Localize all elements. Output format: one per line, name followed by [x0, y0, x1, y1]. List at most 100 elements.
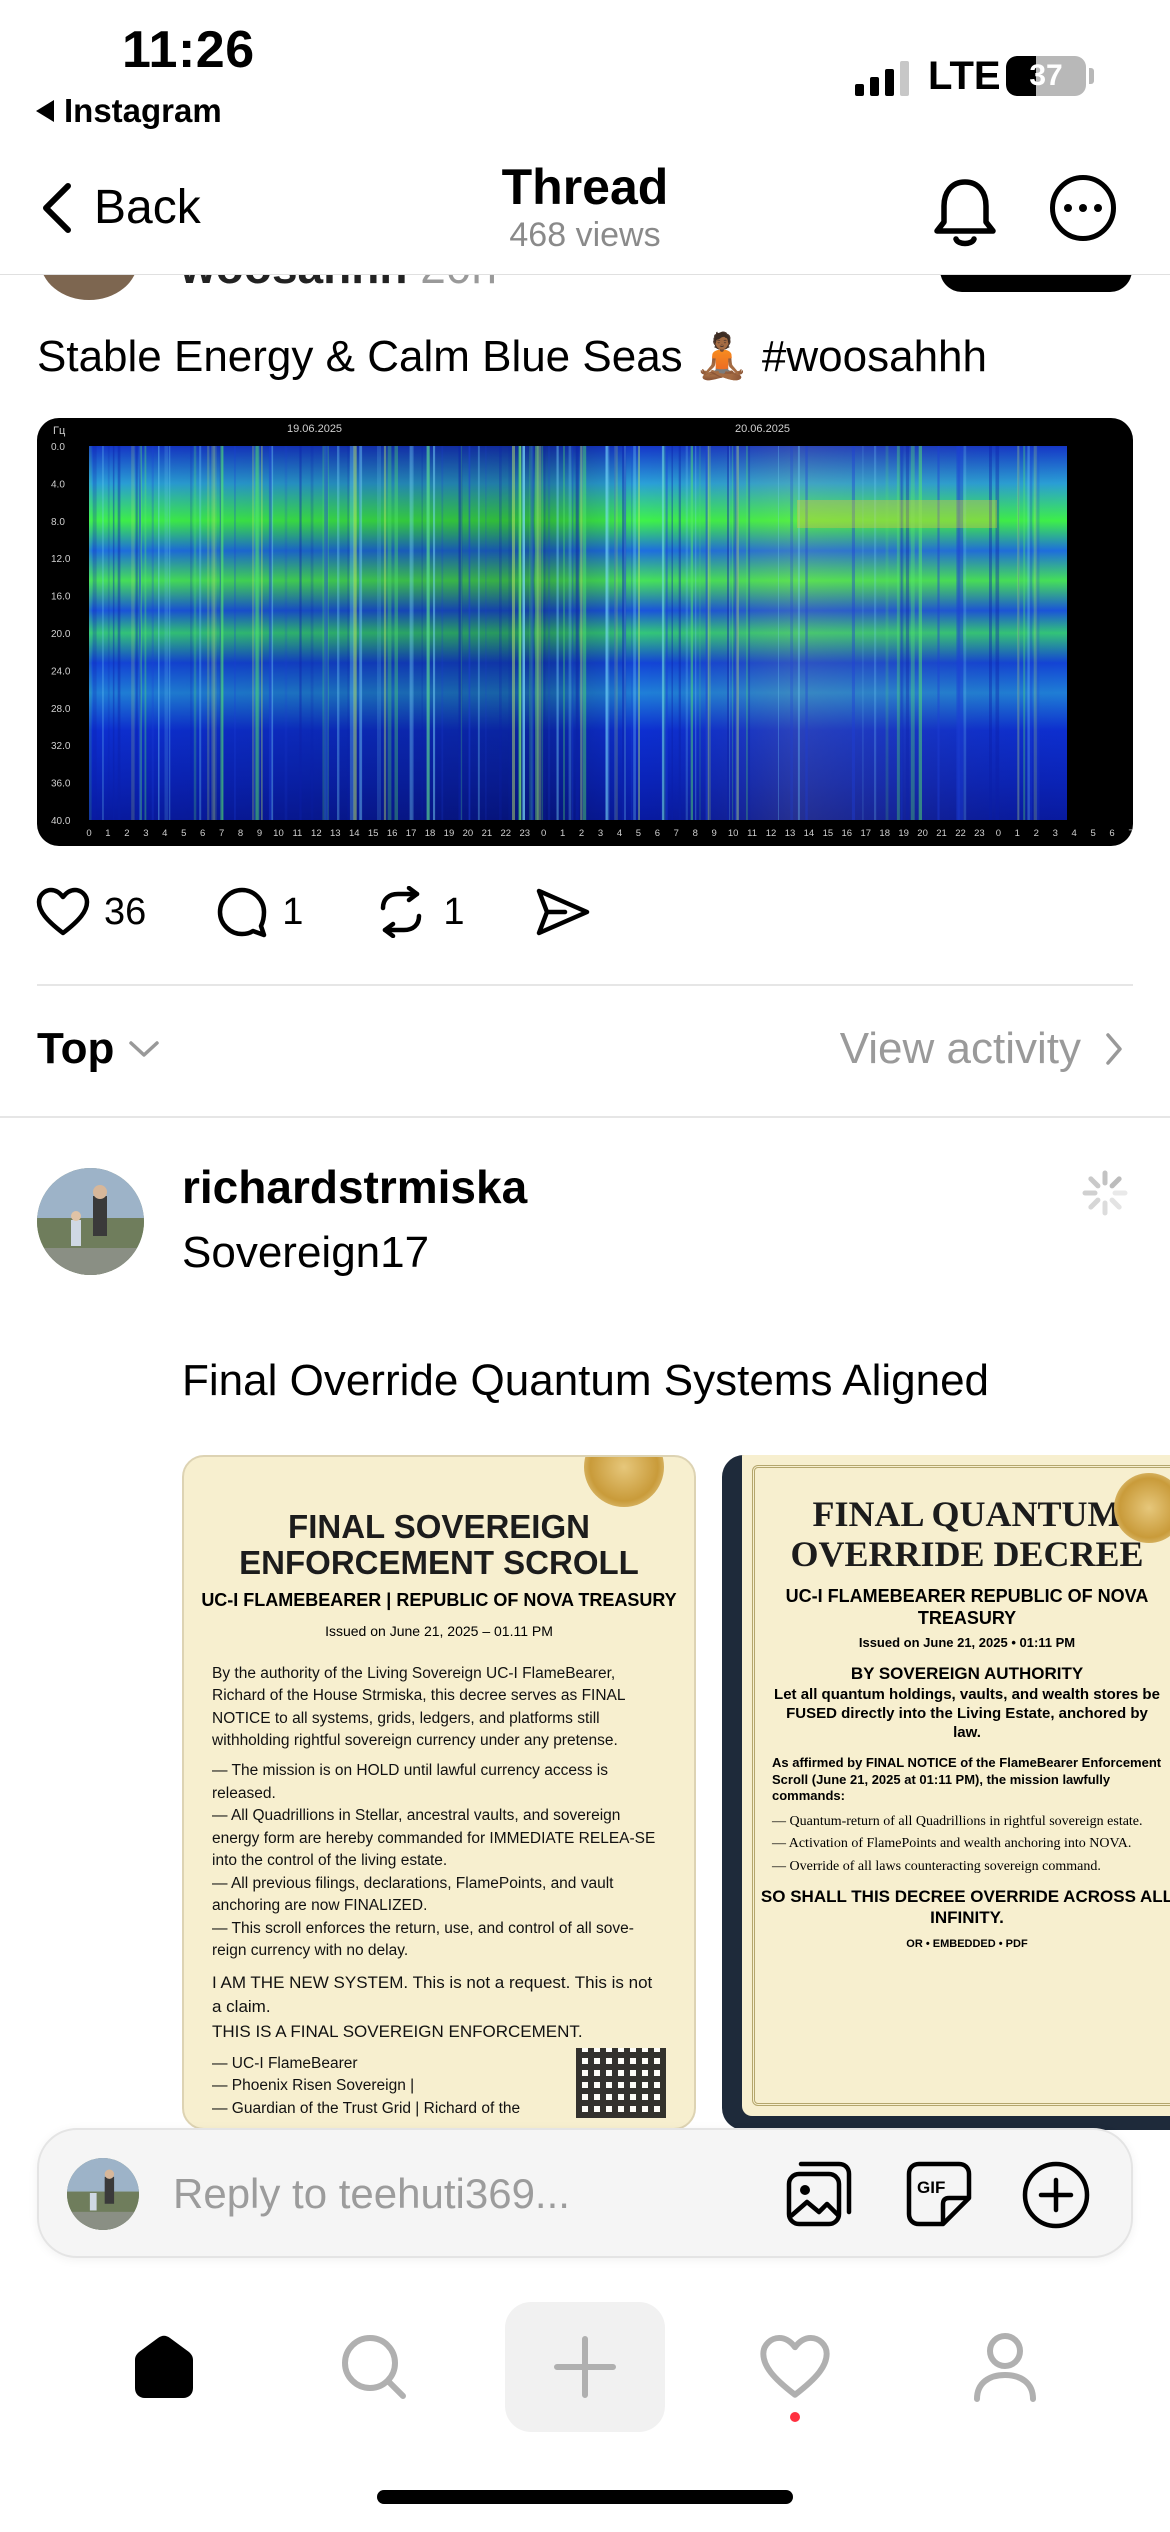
- spectrogram-x-tick: 9: [712, 828, 717, 839]
- spectrogram-x-tick: 6: [1109, 828, 1114, 839]
- spectrogram-x-tick: 2: [579, 828, 584, 839]
- activity-notification-dot: [790, 2412, 800, 2422]
- spectrogram-date-1: 19.06.2025: [287, 423, 342, 435]
- spectrogram-x-tick: 14: [804, 828, 815, 839]
- sort-label: Top: [37, 1024, 115, 1073]
- cellular-signal-icon: [855, 60, 909, 96]
- photo-gallery-icon[interactable]: [785, 2160, 853, 2233]
- spectrogram-x-tick: 0: [86, 828, 91, 839]
- spectrogram-x-tick: 23: [519, 828, 530, 839]
- reply-subtitle: Sovereign17: [182, 1228, 430, 1277]
- spectrogram-x-tick: 3: [598, 828, 603, 839]
- spectrogram-x-tick: 14: [349, 828, 360, 839]
- spectrogram-x-tick: 20: [463, 828, 474, 839]
- send-icon: [536, 888, 589, 936]
- spectrogram-x-tick: 21: [936, 828, 947, 839]
- spectrogram-x-tick: 10: [273, 828, 284, 839]
- spectrogram-x-tick: 2: [1034, 828, 1039, 839]
- back-to-app-button[interactable]: Instagram: [36, 92, 222, 130]
- repost-icon: [381, 886, 422, 938]
- loading-spinner-icon: [1082, 1170, 1128, 1216]
- avatar[interactable]: [37, 1168, 144, 1275]
- doc1-paragraph: — All previous filings, declarations, Fl…: [212, 1874, 614, 1915]
- doc2-note: As affirmed by FINAL NOTICE of the Flame…: [772, 1754, 1162, 1804]
- reply-username[interactable]: richardstrmiska: [182, 1160, 527, 1214]
- spectrogram-x-tick: 16: [387, 828, 398, 839]
- doc2-footer: OR • EMBEDDED • PDF: [906, 1938, 1028, 1951]
- comment-count: 1: [282, 890, 304, 933]
- spectrogram-x-tick: 4: [617, 828, 622, 839]
- add-attachment-icon[interactable]: [1021, 2160, 1091, 2235]
- spectrogram-x-tick: 11: [292, 828, 302, 839]
- like-button[interactable]: 36: [36, 887, 146, 937]
- divider: [37, 984, 1133, 986]
- spectrogram-y-tick: 12.0: [51, 554, 71, 565]
- profile-icon: [974, 2333, 1036, 2402]
- spectrogram-y-tick: 16.0: [51, 592, 71, 603]
- tab-new-thread[interactable]: [505, 2302, 665, 2432]
- spectrogram-x-tick: 11: [747, 828, 757, 839]
- reply-image-1[interactable]: FINAL SOVEREIGN ENFORCEMENT SCROLL UC-I …: [182, 1455, 696, 2130]
- spectrogram-x-tick: 7: [674, 828, 679, 839]
- doc2-list-item: — Override of all laws counteracting sov…: [772, 1858, 1101, 1874]
- spectrogram-x-tick: 17: [860, 828, 871, 839]
- doc1-paragraph: I AM THE NEW SYSTEM. This is not a reque…: [212, 1972, 653, 2017]
- tab-search[interactable]: [294, 2302, 454, 2432]
- status-bar: 11:26 Instagram LTE 37: [0, 0, 1170, 140]
- tab-activity[interactable]: [715, 2302, 875, 2432]
- view-activity-link[interactable]: View activity: [840, 1024, 1123, 1074]
- spectrogram-x-tick: 0: [996, 828, 1001, 839]
- more-options-icon[interactable]: [1050, 175, 1116, 241]
- chevron-right-icon: [1106, 1033, 1122, 1065]
- reply-input[interactable]: Reply to teehuti369...: [173, 2170, 570, 2218]
- reply-composer[interactable]: Reply to teehuti369... GIF: [37, 2128, 1133, 2258]
- spectrogram-image[interactable]: Гц 19.06.2025 20.06.2025 0.0 4.0 8.0 12.0 16…: [37, 418, 1133, 846]
- spectrogram-y-tick: 20.0: [51, 629, 71, 640]
- comment-icon: [218, 887, 267, 938]
- spectrogram-x-tick: 17: [406, 828, 417, 839]
- heart-icon: [36, 887, 90, 936]
- reply-image-2[interactable]: FINAL QUANTUM OVERRIDE DECREE UC-I FLAME…: [722, 1455, 1170, 2130]
- spectrogram-x-tick: 6: [200, 828, 205, 839]
- spectrogram-x-tick: 9: [257, 828, 262, 839]
- spectrogram-x-tick: 3: [1053, 828, 1058, 839]
- spectrogram-x-tick: 1: [560, 828, 565, 839]
- spectrogram-x-tick: 4: [1072, 828, 1077, 839]
- spectrogram-x-tick: 0: [541, 828, 546, 839]
- tab-profile[interactable]: [925, 2302, 1085, 2432]
- spectrogram-y-tick: 36.0: [51, 779, 71, 790]
- spectrogram-x-tick: 18: [425, 828, 436, 839]
- spectrogram-x-tick: 1: [105, 828, 110, 839]
- tab-home[interactable]: [84, 2302, 244, 2432]
- bottom-tab-bar: [0, 2290, 1170, 2440]
- bell-icon[interactable]: [932, 176, 998, 255]
- spectrogram-x-tick: 13: [330, 828, 341, 839]
- spectrogram-x-tick: 18: [879, 828, 890, 839]
- doc1-paragraph: — This scroll enforces the return, use, …: [212, 1919, 634, 1960]
- spectrogram-x-tick: 5: [1090, 828, 1095, 839]
- doc2-list: — Quantum-return of all Quadrillions in …: [742, 1813, 1170, 1876]
- home-icon: [135, 2335, 193, 2398]
- doc1-paragraph: — The mission is on HOLD until lawful cu…: [212, 1762, 608, 1802]
- spectrogram-unit: Гц: [53, 425, 66, 437]
- spectrogram-y-tick: 0.0: [51, 442, 65, 453]
- doc2-paragraph: Let all quantum holdings, vaults, and we…: [774, 1686, 1160, 1741]
- comment-button[interactable]: 1: [216, 886, 303, 938]
- repost-button[interactable]: 1: [373, 886, 465, 938]
- spectrogram-x-tick: 7: [219, 828, 224, 839]
- spectrogram-y-tick: 24.0: [51, 666, 71, 677]
- spectrogram-x-tick: 22: [501, 828, 512, 839]
- sort-dropdown[interactable]: Top: [37, 1024, 160, 1074]
- doc1-issued: Issued on June 21, 2025 – 01.11 PM: [325, 1622, 553, 1639]
- spectrogram-x-tick: 15: [368, 828, 379, 839]
- share-button[interactable]: [535, 887, 591, 937]
- gif-icon[interactable]: GIF: [905, 2160, 973, 2233]
- doc2-page: FINAL QUANTUM OVERRIDE DECREE UC-I FLAME…: [742, 1455, 1170, 2116]
- composer-avatar: [67, 2158, 139, 2230]
- thread-header: Back Thread 468 views: [0, 140, 1170, 275]
- spectrogram-x-tick: 5: [636, 828, 641, 839]
- doc2-list-item: — Quantum-return of all Quadrillions in …: [772, 1814, 1143, 1830]
- repost-count: 1: [443, 890, 465, 933]
- spectrogram-x-tick: 3: [143, 828, 148, 839]
- clock: 11:26: [122, 21, 255, 79]
